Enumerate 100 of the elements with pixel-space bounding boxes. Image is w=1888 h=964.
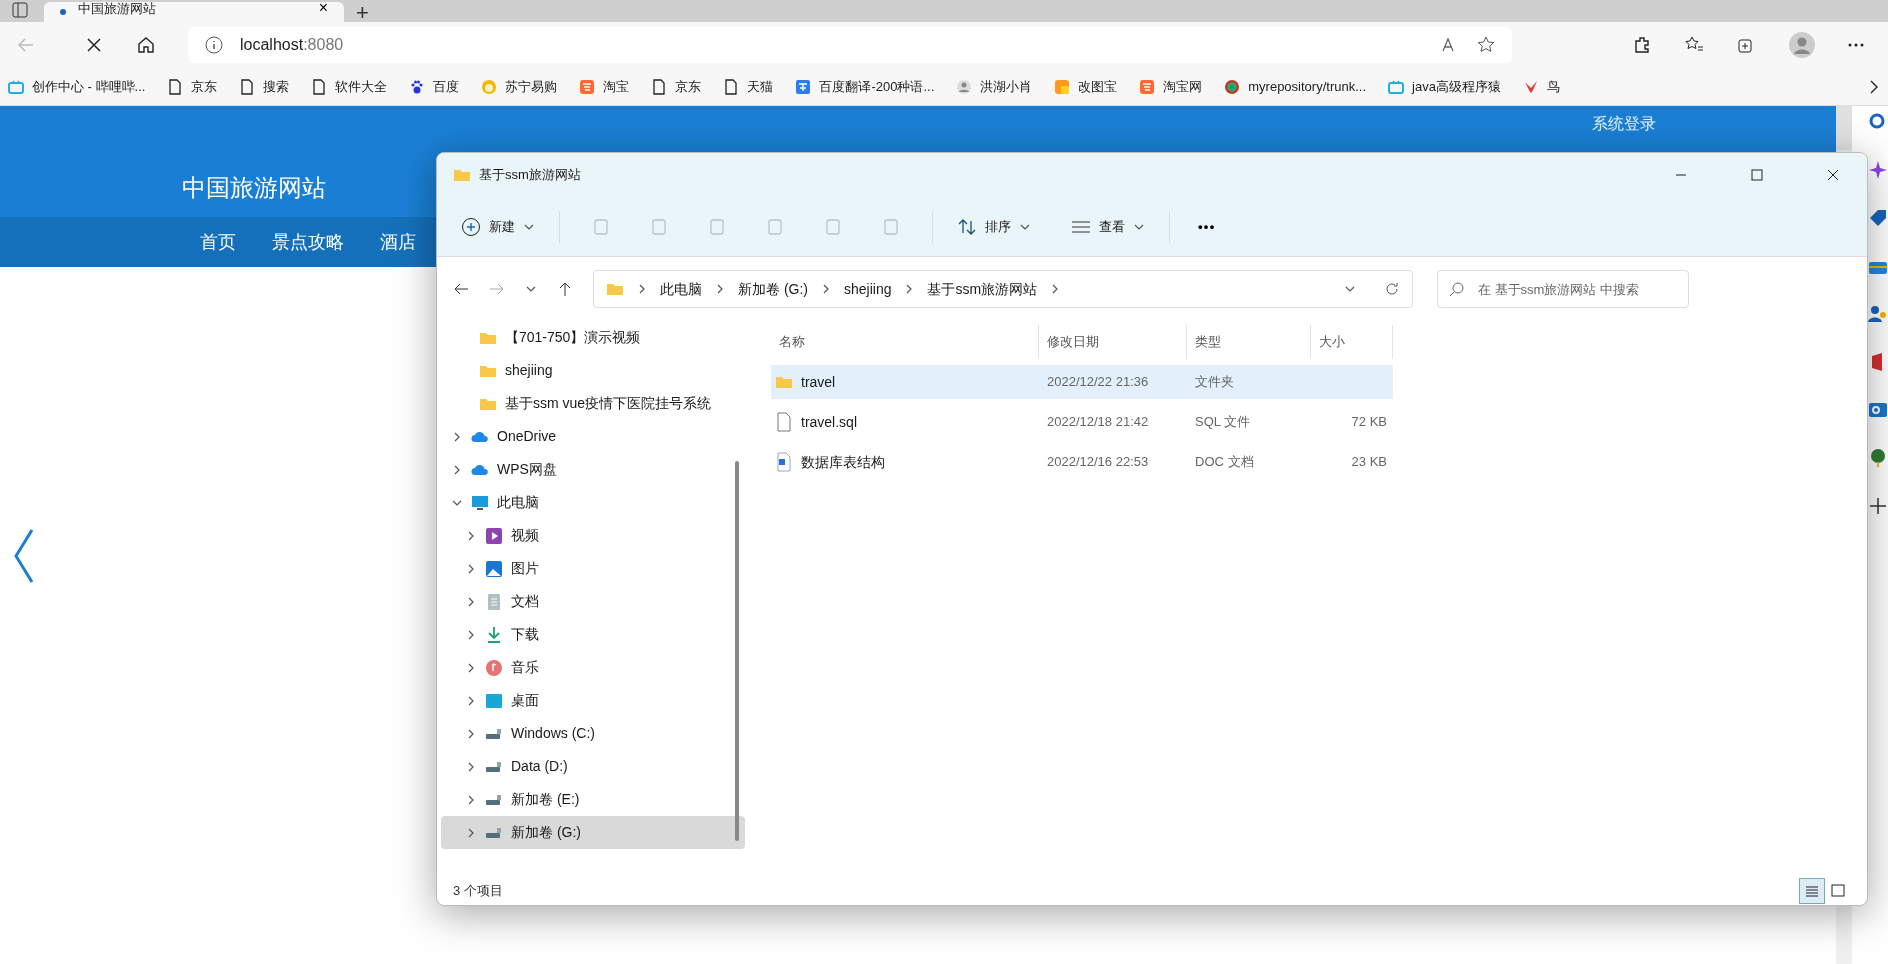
file-row[interactable]: travel.sql 2022/12/18 21:42 SQL 文件 72 KB bbox=[771, 405, 1393, 439]
nav-tree-item[interactable]: 视频 bbox=[441, 519, 745, 552]
tao-icon bbox=[579, 78, 596, 95]
tv-icon bbox=[1388, 78, 1404, 95]
favorite-add-icon bbox=[1476, 35, 1496, 55]
type-cell-text: DOC 文档 bbox=[1194, 453, 1255, 472]
file-icon bbox=[775, 412, 793, 432]
music-icon bbox=[485, 658, 503, 677]
nav-tree-item[interactable]: 下载 bbox=[441, 618, 745, 651]
slider-prev-icon bbox=[12, 527, 36, 584]
site-nav-link[interactable]: 首页 bbox=[200, 228, 236, 256]
nav-tree-item[interactable]: shejiing bbox=[441, 354, 745, 387]
file-name: 数据库表结构 bbox=[801, 452, 885, 472]
nav-tree-item[interactable]: 文档 bbox=[441, 585, 745, 618]
bookmark-link[interactable]: 淘宝网 bbox=[1139, 76, 1203, 97]
file-row[interactable]: 数据库表结构 2022/12/16 22:53 DOC 文档 23 KB bbox=[771, 445, 1393, 479]
nav-tree-item[interactable]: 图片 bbox=[441, 552, 745, 585]
tab-close-button[interactable]: × bbox=[318, 2, 328, 16]
breadcrumb-item[interactable]: 此电脑 bbox=[660, 278, 702, 300]
site-nav-link[interactable]: 景点攻略 bbox=[272, 228, 344, 256]
translate-icon bbox=[795, 78, 812, 95]
bookmark-link[interactable]: 淘宝 bbox=[579, 76, 630, 97]
details-view-button[interactable] bbox=[1799, 878, 1825, 904]
browser-tab[interactable]: 中国旅游网站 × bbox=[44, 2, 344, 22]
site-title: 中国旅游网站 bbox=[182, 173, 326, 203]
people-icon bbox=[1868, 304, 1888, 324]
chevron-right-icon bbox=[1868, 78, 1880, 95]
date-cell-text: 2022/12/18 21:42 bbox=[1046, 413, 1150, 432]
nav-tree-item[interactable]: Data (D:) bbox=[441, 750, 745, 783]
type-cell-text: SQL 文件 bbox=[1194, 413, 1252, 432]
nav-scrollbar[interactable] bbox=[735, 461, 739, 841]
nav-tree-item[interactable]: 基于ssm vue疫情下医院挂号系统 bbox=[441, 387, 745, 420]
page-icon bbox=[651, 78, 668, 95]
column-header[interactable]: 类型 bbox=[1187, 325, 1311, 359]
back-icon bbox=[453, 281, 469, 297]
nav-tree-item[interactable]: 桌面 bbox=[441, 684, 745, 717]
sort-button[interactable]: 排序 bbox=[949, 208, 1039, 245]
nav-tree-item[interactable]: Windows (C:) bbox=[441, 717, 745, 750]
page-scrollbar[interactable] bbox=[1836, 106, 1852, 150]
add-icon bbox=[1868, 496, 1888, 516]
column-header[interactable]: 大小 bbox=[1311, 325, 1393, 359]
forward-icon bbox=[489, 281, 505, 297]
bookmark-link[interactable]: java高级程序猿 bbox=[1388, 76, 1501, 97]
window-title: 基于ssm旅游网站 bbox=[479, 166, 582, 185]
site-nav-link[interactable]: 酒店 bbox=[380, 228, 416, 256]
breadcrumb-item[interactable]: 新加卷 (G:) bbox=[738, 278, 808, 300]
breadcrumb-item[interactable]: shejiing bbox=[844, 278, 892, 300]
home-icon bbox=[136, 35, 156, 55]
column-header[interactable]: 修改日期 bbox=[1039, 325, 1187, 359]
page-icon bbox=[723, 78, 740, 95]
column-header[interactable]: 名称 bbox=[771, 325, 1039, 359]
bookmark-link[interactable]: 软件大全 bbox=[311, 76, 388, 97]
nav-tree-item[interactable]: OneDrive bbox=[441, 420, 745, 453]
nav-tree-item[interactable]: WPS网盘 bbox=[441, 453, 745, 486]
maximize-icon bbox=[1751, 169, 1763, 181]
bookmark-link[interactable]: 百度翻译-200种语... bbox=[795, 76, 935, 97]
square-icon bbox=[1054, 78, 1071, 95]
nav-tree-item[interactable]: 音乐 bbox=[441, 651, 745, 684]
new-button[interactable]: 新建 bbox=[453, 208, 543, 245]
login-link[interactable]: 系统登录 bbox=[1592, 112, 1656, 136]
download-icon bbox=[485, 625, 503, 644]
video-icon bbox=[485, 526, 503, 545]
date-cell-text: 2022/12/22 21:36 bbox=[1046, 373, 1150, 392]
search-field[interactable]: 在 基于ssm旅游网站 中搜索 bbox=[1437, 270, 1689, 308]
more-button[interactable]: ••• bbox=[1186, 208, 1228, 245]
file-row[interactable]: travel 2022/12/22 21:36 文件夹 bbox=[771, 365, 1393, 399]
up-icon bbox=[557, 281, 573, 297]
bookmark-link[interactable]: 洪湖小肖 bbox=[956, 76, 1033, 97]
refresh-icon bbox=[1384, 281, 1400, 297]
new-tab-button[interactable]: + bbox=[356, 2, 369, 24]
plus-circle-icon bbox=[461, 216, 481, 237]
page-icon bbox=[311, 78, 328, 95]
bookmark-link[interactable]: 创作中心 - 哔哩哔... bbox=[8, 76, 146, 97]
bookmark-link[interactable]: myrepository/trunk... bbox=[1224, 76, 1366, 97]
bookmark-link[interactable]: 百度 bbox=[409, 76, 460, 97]
swirl-icon bbox=[1224, 78, 1241, 95]
file-name: travel bbox=[801, 372, 836, 392]
tab-actions-icon bbox=[12, 2, 28, 18]
bookmark-link[interactable]: 京东 bbox=[167, 76, 218, 97]
nav-tree-item[interactable]: 此电脑 bbox=[441, 486, 745, 519]
bookmark-link[interactable]: 苏宁易购 bbox=[481, 76, 558, 97]
tag-icon bbox=[1868, 208, 1888, 228]
size-cell-text: 72 KB bbox=[1350, 413, 1388, 432]
bookmark-link[interactable]: 京东 bbox=[651, 76, 702, 97]
bookmark-link[interactable]: 鸟 bbox=[1522, 76, 1560, 97]
nav-tree-item[interactable]: 新加卷 (E:) bbox=[441, 783, 745, 816]
sparkle-icon bbox=[1868, 160, 1888, 180]
bookmark-link[interactable]: 天猫 bbox=[723, 76, 774, 97]
url-text: localhost:8080 bbox=[240, 35, 344, 55]
address-field[interactable]: 此电脑 新加卷 (G:) shejiing 基于ssm旅游网站 bbox=[593, 270, 1413, 308]
address-bar[interactable]: localhost:8080 bbox=[188, 27, 1512, 63]
bookmark-link[interactable]: 搜索 bbox=[239, 76, 290, 97]
breadcrumb-item[interactable]: 基于ssm旅游网站 bbox=[927, 278, 1038, 300]
page-icon bbox=[239, 78, 256, 95]
monitor-icon bbox=[471, 493, 489, 512]
nav-tree-item[interactable]: 【701-750】演示视频 bbox=[441, 321, 745, 354]
view-button[interactable]: 查看 bbox=[1063, 208, 1153, 245]
bookmark-link[interactable]: 改图宝 bbox=[1054, 76, 1118, 97]
nav-tree-item[interactable]: 新加卷 (G:) bbox=[441, 816, 745, 849]
document-icon bbox=[485, 592, 503, 611]
